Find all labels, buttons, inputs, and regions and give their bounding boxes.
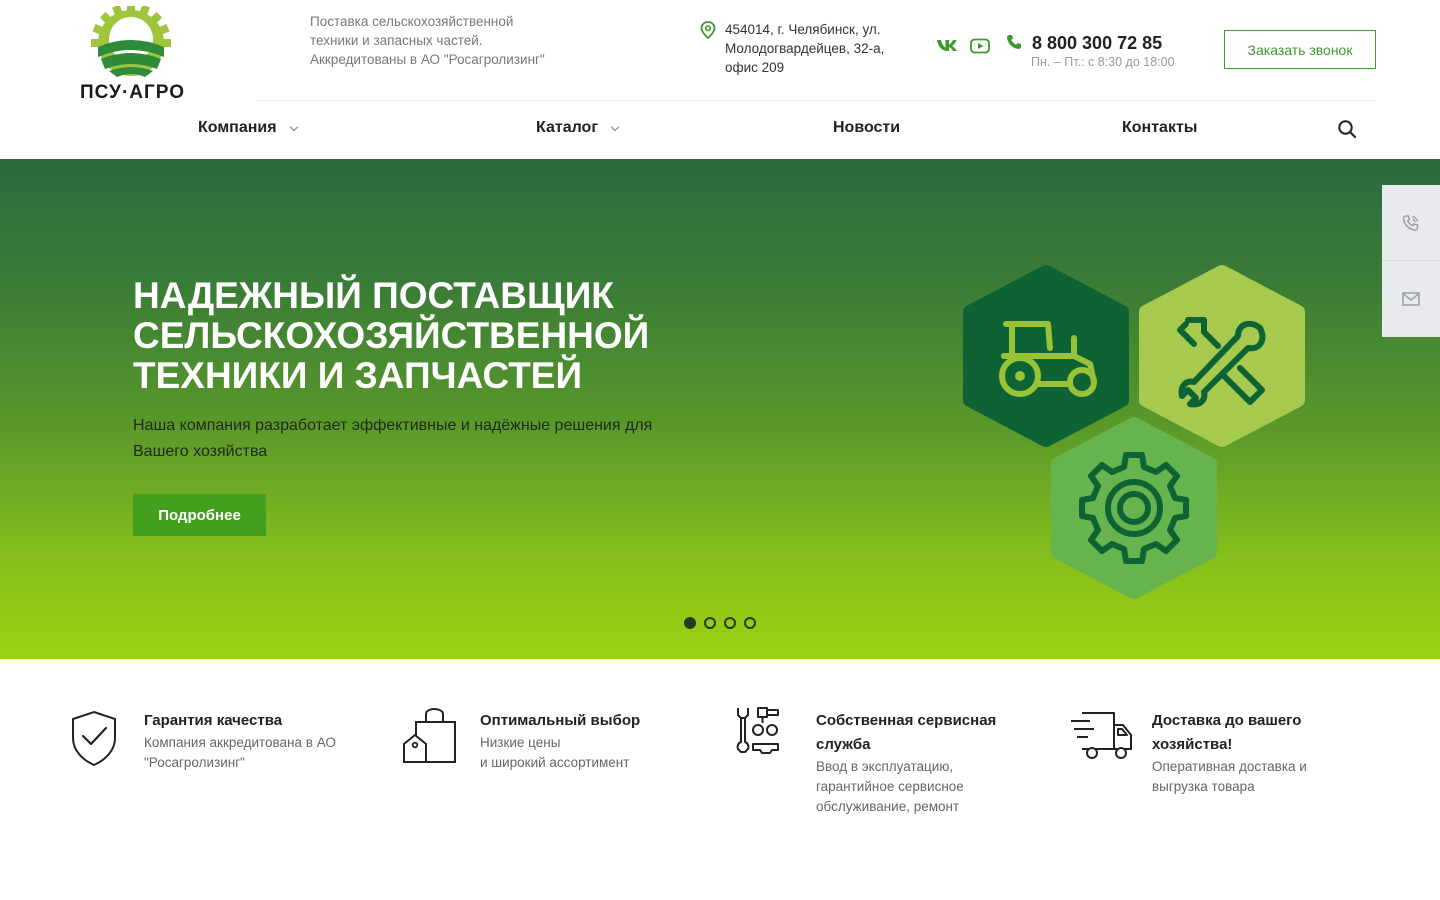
address-text: 454014, г. Челябинск, ул. Молодогвардейц… xyxy=(725,22,885,75)
shopping-bag-icon xyxy=(403,708,456,763)
side-mail-button[interactable] xyxy=(1382,261,1440,337)
feature-title: Оптимальный выбор xyxy=(480,712,641,729)
chevron-down-icon xyxy=(610,122,620,131)
nav-label: Контакты xyxy=(1122,119,1198,136)
phone-number[interactable]: 8 800 300 72 85 xyxy=(1032,33,1162,54)
feature-desc: Компания аккредитована в АО "Росагролизи… xyxy=(144,735,336,770)
nav-item-company[interactable]: Компания xyxy=(198,119,298,137)
side-contact-widget xyxy=(1382,185,1440,337)
slider-dot-4[interactable] xyxy=(744,617,756,629)
feature-title: Гарантия качества xyxy=(144,712,283,729)
header-divider xyxy=(256,100,1376,101)
feature-title: Собственная сервисная служба xyxy=(816,712,997,753)
phone-call-icon xyxy=(1402,214,1419,231)
tractor-icon xyxy=(963,265,1129,447)
search-icon[interactable] xyxy=(1337,119,1357,139)
youtube-icon[interactable] xyxy=(970,38,990,54)
callback-button[interactable]: Заказать звонок xyxy=(1224,30,1376,69)
working-hours: Пн. – Пт.: с 8:30 до 18:00 xyxy=(1031,55,1175,69)
mail-icon xyxy=(1402,292,1420,306)
more-button[interactable]: Подробнее xyxy=(133,494,266,536)
slider-dot-3[interactable] xyxy=(724,617,736,629)
slider-dot-1[interactable] xyxy=(684,617,696,629)
gear-icon xyxy=(1051,417,1217,599)
location-pin-icon xyxy=(700,21,716,39)
site-header: ПСУ·АГРО Поставка сельскохозяйственной т… xyxy=(0,0,1440,159)
hero-slider: Надежный поставщик сельскохозяйственной … xyxy=(0,159,1440,659)
service-tools-icon xyxy=(736,707,779,754)
nav-label: Компания xyxy=(198,119,277,136)
hero-title: Надежный поставщик сельскохозяйственной … xyxy=(133,275,650,396)
shield-check-icon xyxy=(72,710,116,766)
nav-item-news[interactable]: Новости xyxy=(833,119,900,137)
vk-icon[interactable] xyxy=(936,38,958,52)
logo-text: ПСУ·АГРО xyxy=(80,82,185,103)
feature-desc: Низкие цены и широкий ассортимент xyxy=(480,735,630,770)
company-tagline: Поставка сельскохозяйственной техники и … xyxy=(310,14,545,67)
nav-item-contacts[interactable]: Контакты xyxy=(1122,119,1197,137)
chevron-down-icon xyxy=(289,122,298,131)
slider-dot-2[interactable] xyxy=(704,617,716,629)
delivery-truck-icon xyxy=(1071,712,1132,759)
side-call-button[interactable] xyxy=(1382,185,1440,261)
logo-emblem-icon xyxy=(91,3,171,77)
feature-desc: Оперативная доставка и выгрузка товара xyxy=(1152,759,1307,794)
tools-icon xyxy=(1139,265,1305,447)
phone-icon xyxy=(1007,35,1021,49)
hero-illustration xyxy=(963,265,1305,599)
hero-subtitle: Наша компания разработает эффективные и … xyxy=(133,417,653,460)
feature-title: Доставка до вашего хозяйства! xyxy=(1152,712,1302,753)
feature-desc: Ввод в эксплуатацию, гарантийное сервисн… xyxy=(816,759,964,814)
nav-label: Каталог xyxy=(536,119,598,136)
slider-dots xyxy=(684,617,756,629)
nav-item-catalog[interactable]: Каталог xyxy=(536,119,620,137)
nav-label: Новости xyxy=(833,119,901,136)
